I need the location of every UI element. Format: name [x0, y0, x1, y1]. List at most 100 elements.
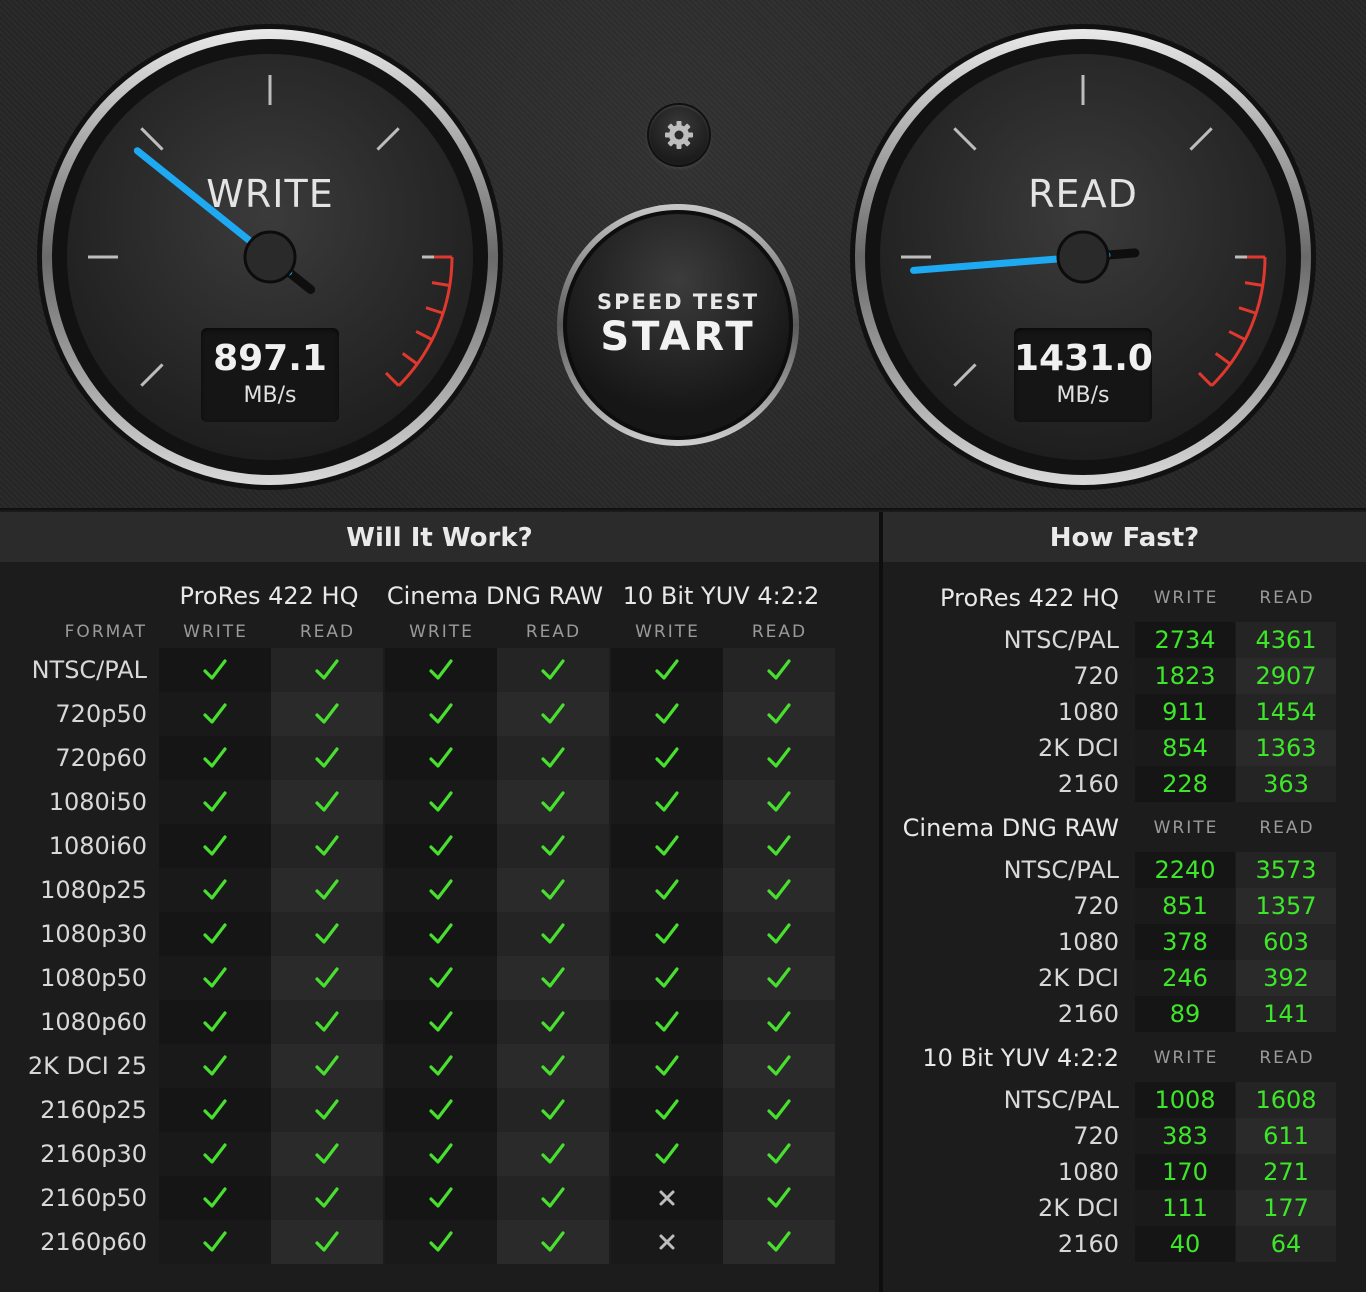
- start-button[interactable]: SPEED TEST START: [563, 210, 793, 440]
- check-icon: [541, 1055, 565, 1076]
- write-fps-value: 1008: [1135, 1082, 1235, 1118]
- how-fast-table: ProRes 422 HQ WRITE READ NTSC/PAL 2734 4361 72…: [883, 562, 1366, 1292]
- result-cell-fail: [611, 1176, 723, 1220]
- write-column-header: WRITE: [1153, 1048, 1219, 1068]
- codec-header: Cinema DNG RAW: [902, 814, 1119, 842]
- will-it-work-title: Will It Work?: [0, 512, 879, 562]
- table-row: 2160p50: [0, 1176, 879, 1220]
- read-column-header: READ: [299, 622, 356, 642]
- table-row: 2160 89 141: [883, 996, 1366, 1032]
- gear-icon: [665, 121, 693, 149]
- check-icon: [429, 703, 453, 724]
- speed-test-panel: WRITE 897.1 MB/s SPEED TEST START READ 1…: [0, 0, 1366, 510]
- check-icon: [655, 967, 679, 988]
- read-fps-value: 1608: [1236, 1082, 1336, 1118]
- result-cell-pass: [271, 692, 383, 736]
- check-icon: [655, 791, 679, 812]
- format-label: 2K DCI 25: [27, 1052, 147, 1080]
- check-icon: [315, 703, 339, 724]
- check-icon: [541, 923, 565, 944]
- read-fps-value: 611: [1236, 1118, 1336, 1154]
- result-cell-pass: [611, 868, 723, 912]
- format-label: NTSC/PAL: [1003, 856, 1119, 884]
- table-row: 720 383 611: [883, 1118, 1366, 1154]
- table-row: 2K DCI 111 177: [883, 1190, 1366, 1226]
- write-fps-value: 911: [1135, 694, 1235, 730]
- result-cell-pass: [385, 692, 497, 736]
- format-label: 2160p30: [40, 1140, 147, 1168]
- table-row: 720p50: [0, 692, 879, 736]
- table-row: NTSC/PAL: [0, 648, 879, 692]
- how-fast-title: How Fast?: [883, 512, 1366, 562]
- read-fps-value: 603: [1236, 924, 1336, 960]
- result-cell-pass: [271, 1000, 383, 1044]
- check-icon: [541, 659, 565, 680]
- read-fps-value: 141: [1236, 996, 1336, 1032]
- check-icon: [429, 1187, 453, 1208]
- result-cell-pass: [159, 912, 271, 956]
- result-cell-pass: [159, 780, 271, 824]
- format-label: 720: [1073, 892, 1119, 920]
- write-fps-value: 2734: [1135, 622, 1235, 658]
- result-cell-pass: [159, 868, 271, 912]
- result-cell-pass: [723, 956, 835, 1000]
- result-cell-fail: [611, 1220, 723, 1264]
- check-icon: [767, 835, 791, 856]
- read-column-header: READ: [1259, 1048, 1315, 1068]
- check-icon: [429, 1011, 453, 1032]
- read-readout: 1431.0 MB/s: [1014, 328, 1153, 422]
- start-button-ring: SPEED TEST START: [557, 204, 799, 446]
- table-row: 2K DCI 854 1363: [883, 730, 1366, 766]
- check-icon: [315, 967, 339, 988]
- result-cell-pass: [611, 692, 723, 736]
- format-label: 2160: [1057, 770, 1119, 798]
- result-cell-pass: [611, 912, 723, 956]
- codec-header: 10 Bit YUV 4:2:2: [622, 582, 820, 610]
- check-icon: [655, 1011, 679, 1032]
- format-label: 720: [1073, 662, 1119, 690]
- table-row: 720p60: [0, 736, 879, 780]
- result-cell-pass: [159, 824, 271, 868]
- result-cell-pass: [723, 648, 835, 692]
- read-fps-value: 2907: [1236, 658, 1336, 694]
- check-icon: [429, 659, 453, 680]
- result-cell-pass: [385, 824, 497, 868]
- check-icon: [315, 747, 339, 768]
- check-icon: [655, 879, 679, 900]
- table-row: 1080i50: [0, 780, 879, 824]
- result-cell-pass: [385, 868, 497, 912]
- result-cell-pass: [385, 956, 497, 1000]
- check-icon: [541, 791, 565, 812]
- format-label: 1080p60: [40, 1008, 147, 1036]
- result-cell-pass: [159, 1132, 271, 1176]
- result-cell-pass: [497, 1088, 609, 1132]
- result-cell-pass: [497, 1044, 609, 1088]
- result-cell-pass: [271, 1132, 383, 1176]
- result-cell-pass: [723, 780, 835, 824]
- result-cell-pass: [271, 956, 383, 1000]
- format-label: 1080: [1057, 698, 1119, 726]
- check-icon: [429, 1231, 453, 1252]
- result-cell-pass: [497, 692, 609, 736]
- table-row: 1080 911 1454: [883, 694, 1366, 730]
- settings-button[interactable]: [647, 103, 711, 167]
- write-column-header: WRITE: [635, 622, 700, 642]
- check-icon: [315, 659, 339, 680]
- result-cell-pass: [723, 1132, 835, 1176]
- format-label: 2160p25: [40, 1096, 147, 1124]
- check-icon: [655, 747, 679, 768]
- read-column-header: READ: [1259, 588, 1315, 608]
- result-cell-pass: [497, 956, 609, 1000]
- table-row: 2160 228 363: [883, 766, 1366, 802]
- check-icon: [315, 1011, 339, 1032]
- result-cell-pass: [159, 648, 271, 692]
- format-label: 720p50: [55, 700, 147, 728]
- format-label: 2K DCI: [1038, 964, 1119, 992]
- read-fps-value: 392: [1236, 960, 1336, 996]
- check-icon: [767, 923, 791, 944]
- result-cell-pass: [159, 1000, 271, 1044]
- result-cell-pass: [271, 780, 383, 824]
- check-icon: [315, 791, 339, 812]
- format-label: 1080p25: [40, 876, 147, 904]
- read-column-header: READ: [751, 622, 808, 642]
